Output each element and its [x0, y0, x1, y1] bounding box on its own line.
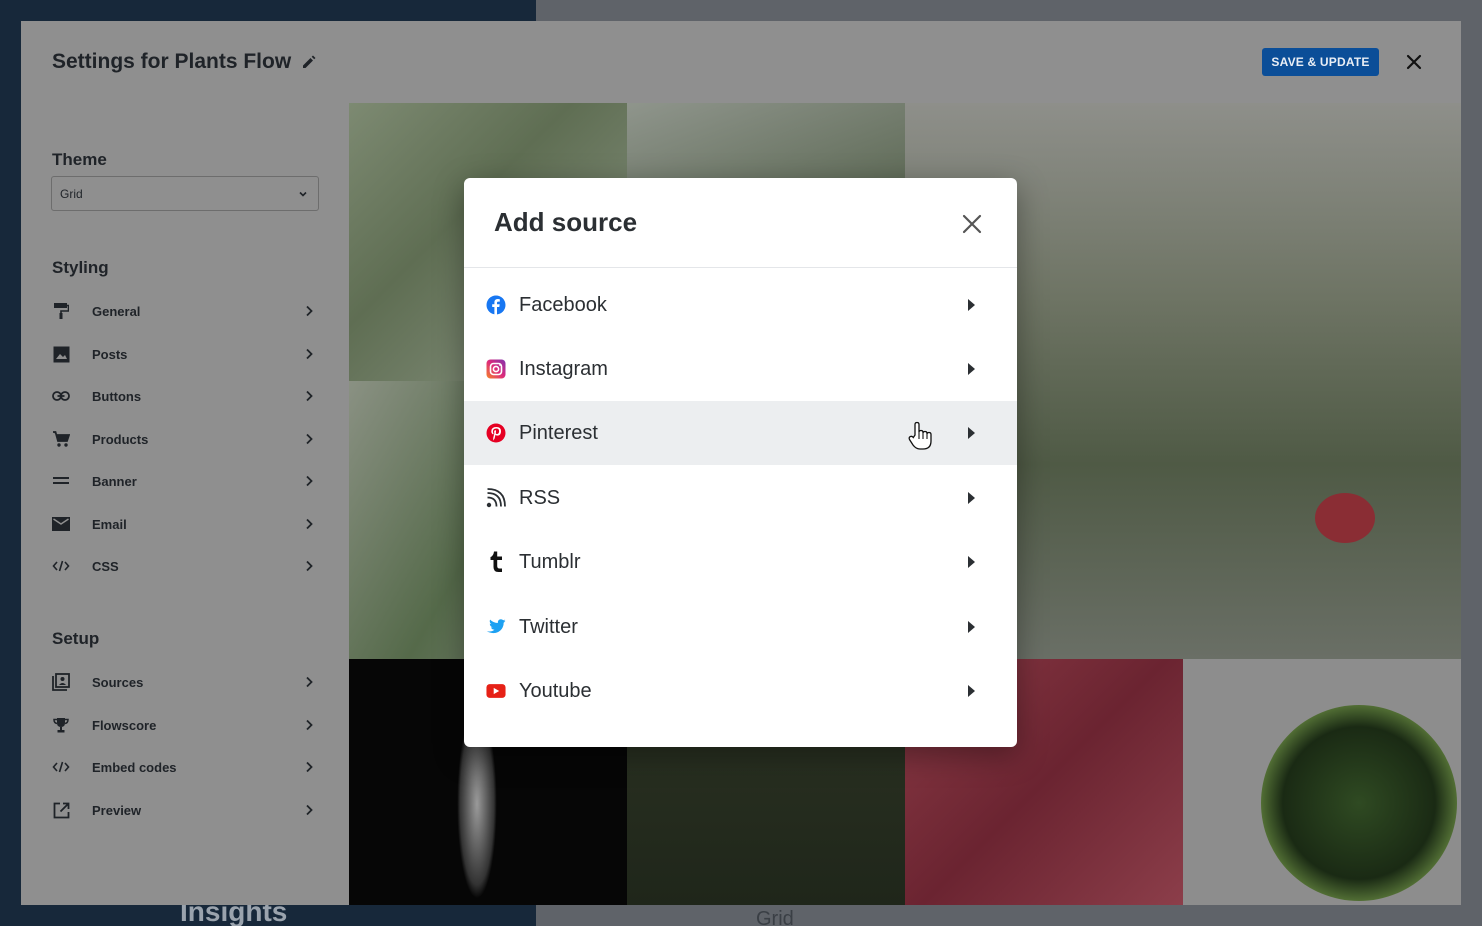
settings-title-text: Settings for Plants Flow	[52, 50, 292, 73]
cart-icon	[52, 430, 70, 448]
theme-heading: Theme	[52, 150, 107, 169]
pinterest-icon	[486, 423, 506, 443]
source-label: Twitter	[519, 615, 578, 638]
source-item-tumblr[interactable]: Tumblr	[464, 530, 1017, 594]
settings-header: Settings for Plants Flow SAVE & UPDATE	[21, 21, 1461, 103]
caret-right-icon	[968, 427, 975, 439]
chevron-right-icon	[306, 518, 313, 530]
image-icon	[52, 345, 70, 363]
facebook-icon	[486, 295, 506, 315]
source-item-youtube[interactable]: Youtube	[464, 659, 1017, 723]
close-icon[interactable]	[960, 212, 984, 236]
sidebar-item-general[interactable]: General	[52, 297, 316, 325]
caret-right-icon	[968, 299, 975, 311]
chevron-right-icon	[306, 676, 313, 688]
paint-roller-icon	[52, 302, 70, 320]
theme-select-value: Grid	[60, 186, 83, 201]
source-label: Pinterest	[519, 421, 598, 444]
link-icon	[52, 387, 70, 405]
modal-title: Add source	[494, 207, 638, 237]
potted-plant	[1261, 705, 1457, 901]
source-item-twitter[interactable]: Twitter	[464, 595, 1017, 659]
envelope-icon	[52, 515, 70, 533]
sidebar-item-label: Buttons	[92, 388, 142, 404]
chevron-down-icon	[299, 191, 307, 197]
sidebar-item-label: CSS	[92, 558, 119, 574]
sidebar-item-sources[interactable]: Sources	[52, 668, 316, 696]
chevron-right-icon	[306, 560, 313, 572]
caret-right-icon	[968, 492, 975, 504]
sidebar-item-label: Flowscore	[92, 717, 157, 733]
external-link-icon	[52, 801, 70, 819]
sidebar-item-label: Email	[92, 516, 127, 532]
plant-photo	[1183, 659, 1461, 905]
equals-icon	[52, 472, 70, 490]
theme-select[interactable]: Grid	[51, 176, 319, 211]
trophy-icon	[52, 716, 70, 734]
chevron-right-icon	[306, 475, 313, 487]
red-cactus-flower	[1315, 493, 1375, 543]
source-label: Tumblr	[519, 550, 581, 573]
sidebar-item-banner[interactable]: Banner	[52, 467, 316, 495]
source-label: Facebook	[519, 293, 607, 316]
add-source-modal: Add source Facebook Instagram Pinterest	[464, 178, 1017, 747]
setup-heading: Setup	[52, 629, 100, 648]
caret-right-icon	[968, 363, 975, 375]
source-item-facebook[interactable]: Facebook	[464, 273, 1017, 337]
pencil-icon[interactable]	[301, 54, 317, 70]
sidebar-item-products[interactable]: Products	[52, 425, 316, 453]
chevron-right-icon	[306, 719, 313, 731]
youtube-icon	[486, 681, 506, 701]
hand-pointer-cursor-icon	[908, 421, 932, 450]
sidebar-item-label: Posts	[92, 346, 128, 362]
sidebar-item-label: Sources	[92, 674, 144, 690]
caret-right-icon	[968, 621, 975, 633]
sidebar-item-label: Banner	[92, 473, 137, 489]
sidebar-item-email[interactable]: Email	[52, 510, 316, 538]
sidebar-item-posts[interactable]: Posts	[52, 340, 316, 368]
save-update-button[interactable]: SAVE & UPDATE	[1262, 48, 1379, 76]
settings-sidebar: Theme Grid Styling General Posts Buttons…	[21, 103, 349, 905]
code-icon	[52, 758, 70, 776]
source-item-instagram[interactable]: Instagram	[464, 337, 1017, 401]
sidebar-item-label: Preview	[92, 802, 142, 818]
instagram-icon	[486, 359, 506, 379]
sidebar-item-embed-codes[interactable]: Embed codes	[52, 753, 316, 781]
chevron-right-icon	[306, 433, 313, 445]
source-label: Youtube	[519, 679, 592, 702]
source-label: Instagram	[519, 357, 608, 380]
sidebar-item-flowscore[interactable]: Flowscore	[52, 711, 316, 739]
rss-icon	[486, 488, 506, 508]
sidebar-item-label: General	[92, 303, 141, 319]
chevron-right-icon	[306, 761, 313, 773]
sources-icon	[52, 673, 70, 691]
tumblr-icon	[486, 551, 506, 572]
sidebar-item-label: Products	[92, 431, 149, 447]
sidebar-item-preview[interactable]: Preview	[52, 796, 316, 824]
sidebar-item-css[interactable]: CSS	[52, 552, 316, 580]
chevron-right-icon	[306, 305, 313, 317]
chevron-right-icon	[306, 348, 313, 360]
caret-right-icon	[968, 556, 975, 568]
caret-right-icon	[968, 685, 975, 697]
close-icon[interactable]	[1403, 51, 1425, 73]
code-icon	[52, 557, 70, 575]
source-label: RSS	[519, 486, 561, 509]
sidebar-item-label: Embed codes	[92, 759, 177, 775]
chevron-right-icon	[306, 804, 313, 816]
modal-header: Add source	[464, 178, 1017, 268]
twitter-icon	[486, 617, 506, 637]
source-item-rss[interactable]: RSS	[464, 466, 1017, 530]
settings-title: Settings for Plants Flow	[52, 50, 317, 74]
styling-heading: Styling	[52, 258, 109, 277]
sidebar-item-buttons[interactable]: Buttons	[52, 382, 316, 410]
source-item-pinterest[interactable]: Pinterest	[464, 401, 1017, 465]
chevron-right-icon	[306, 390, 313, 402]
background-grid-label: Grid	[756, 908, 794, 926]
